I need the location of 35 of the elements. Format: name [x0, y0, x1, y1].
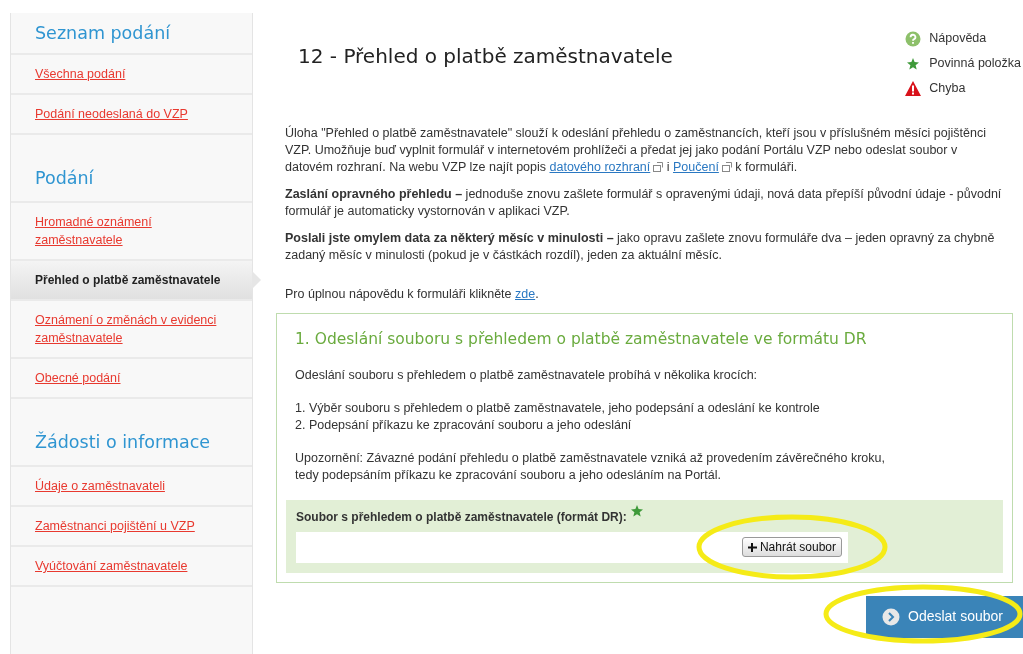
- sidebar-link[interactable]: Přehled o platbě zaměstnavatele: [35, 271, 221, 289]
- sidebar-link[interactable]: Hromadné oznámení zaměstnavatele: [35, 213, 228, 249]
- warning-text: Upozornění: Závazné podání přehledu o platbě zaměstnavatele vzniká až provedením závěrečného kroku, tedy podepsáním příkazu ke zpracování souboru a jeho odesláním na Portál.: [295, 449, 886, 484]
- paragraph: Úloha "Přehled o platbě zaměstnavatele" slouží k odeslání přehledu o zaměstnancích, kteří jsou v příslušném měsíci pojištěnci VZP. Umožňuje buď vyplnit formulář v internetovém prohlížeči a předat jej jako podání Portálu VZP nebo odeslat soubor v datovém rozhraní. Na webu VZP lze najít popis datového rozhraní i Poučení k formuláři.: [285, 125, 987, 176]
- sidebar-link[interactable]: Všechna podání: [35, 65, 126, 83]
- sidebar-link[interactable]: Podání neodeslaná do VZP: [35, 105, 188, 123]
- help-icon: [905, 30, 922, 47]
- sidebar-link[interactable]: Zaměstnanci pojištění u VZP: [35, 517, 195, 535]
- submit-button[interactable]: Odeslat soubor: [866, 595, 1023, 638]
- paragraph: Poslali jste omylem data za některý měsíc v minulosti – jako opravu zašlete znovu formuláře dva – jeden opravný za chybně zadaný měsíc v minulosti (pokud je v částkách rozdíl), jeden za aktuální měsíc.: [285, 230, 996, 264]
- upload-button[interactable]: Nahrát soubor: [741, 537, 842, 558]
- page-title: 12 - Přehled o platbě zaměstnavatele: [298, 44, 673, 68]
- sidebar-link[interactable]: Údaje o zaměstnavateli: [35, 477, 165, 495]
- paragraph: Pro úplnou nápovědu k formuláři klikněte zde.: [285, 286, 540, 303]
- section-title: 1. Odeslání souboru s přehledem o platbě zaměstnavatele ve formátu DR: [295, 330, 868, 349]
- file-field[interactable]: Nahrát soubor: [296, 531, 848, 563]
- sidebar-link[interactable]: Vyúčtování zaměstnavatele: [35, 557, 188, 575]
- sidebar-link[interactable]: Oznámení o změnách v evidenci zaměstnavatele: [35, 311, 228, 347]
- text-link[interactable]: datového rozhraní: [549, 160, 651, 174]
- sidebar-heading: Podání: [35, 166, 94, 190]
- arrow-circle-icon: [882, 607, 900, 626]
- sidebar-link[interactable]: Obecné podání: [35, 369, 121, 387]
- plus-icon: [747, 543, 757, 553]
- warning-icon: [905, 81, 922, 96]
- star-icon: [907, 57, 920, 70]
- legend-label: Nápověda: [929, 30, 987, 47]
- legend-label: Povinná položka: [929, 55, 1021, 72]
- legend-label: Chyba: [929, 80, 966, 97]
- paragraph: Zaslání opravného přehledu – jednoduše znovu zašlete formulář s opravenými údaji, nová data přepíší původní údaje - původní formulář je automaticky vystornován v aplikaci VZP.: [285, 186, 1003, 220]
- text-link[interactable]: Poučení: [673, 160, 719, 174]
- section-text: Odeslání souboru s přehledem o platbě zaměstnavatele probíhá v několika krocích:: [295, 366, 759, 384]
- sidebar-heading: Žádosti o informace: [35, 430, 211, 454]
- sidebar-heading: Seznam podání: [35, 21, 171, 45]
- field-label: Soubor s přehledem o platbě zaměstnavatele (formát DR):: [296, 508, 627, 526]
- steps-list: 1. Výběr souboru s přehledem o platbě zaměstnavatele, jeho podepsání a odeslání ke kontrole 2. Podepsání příkazu ke zpracování souboru a jeho odeslání: [295, 399, 1003, 434]
